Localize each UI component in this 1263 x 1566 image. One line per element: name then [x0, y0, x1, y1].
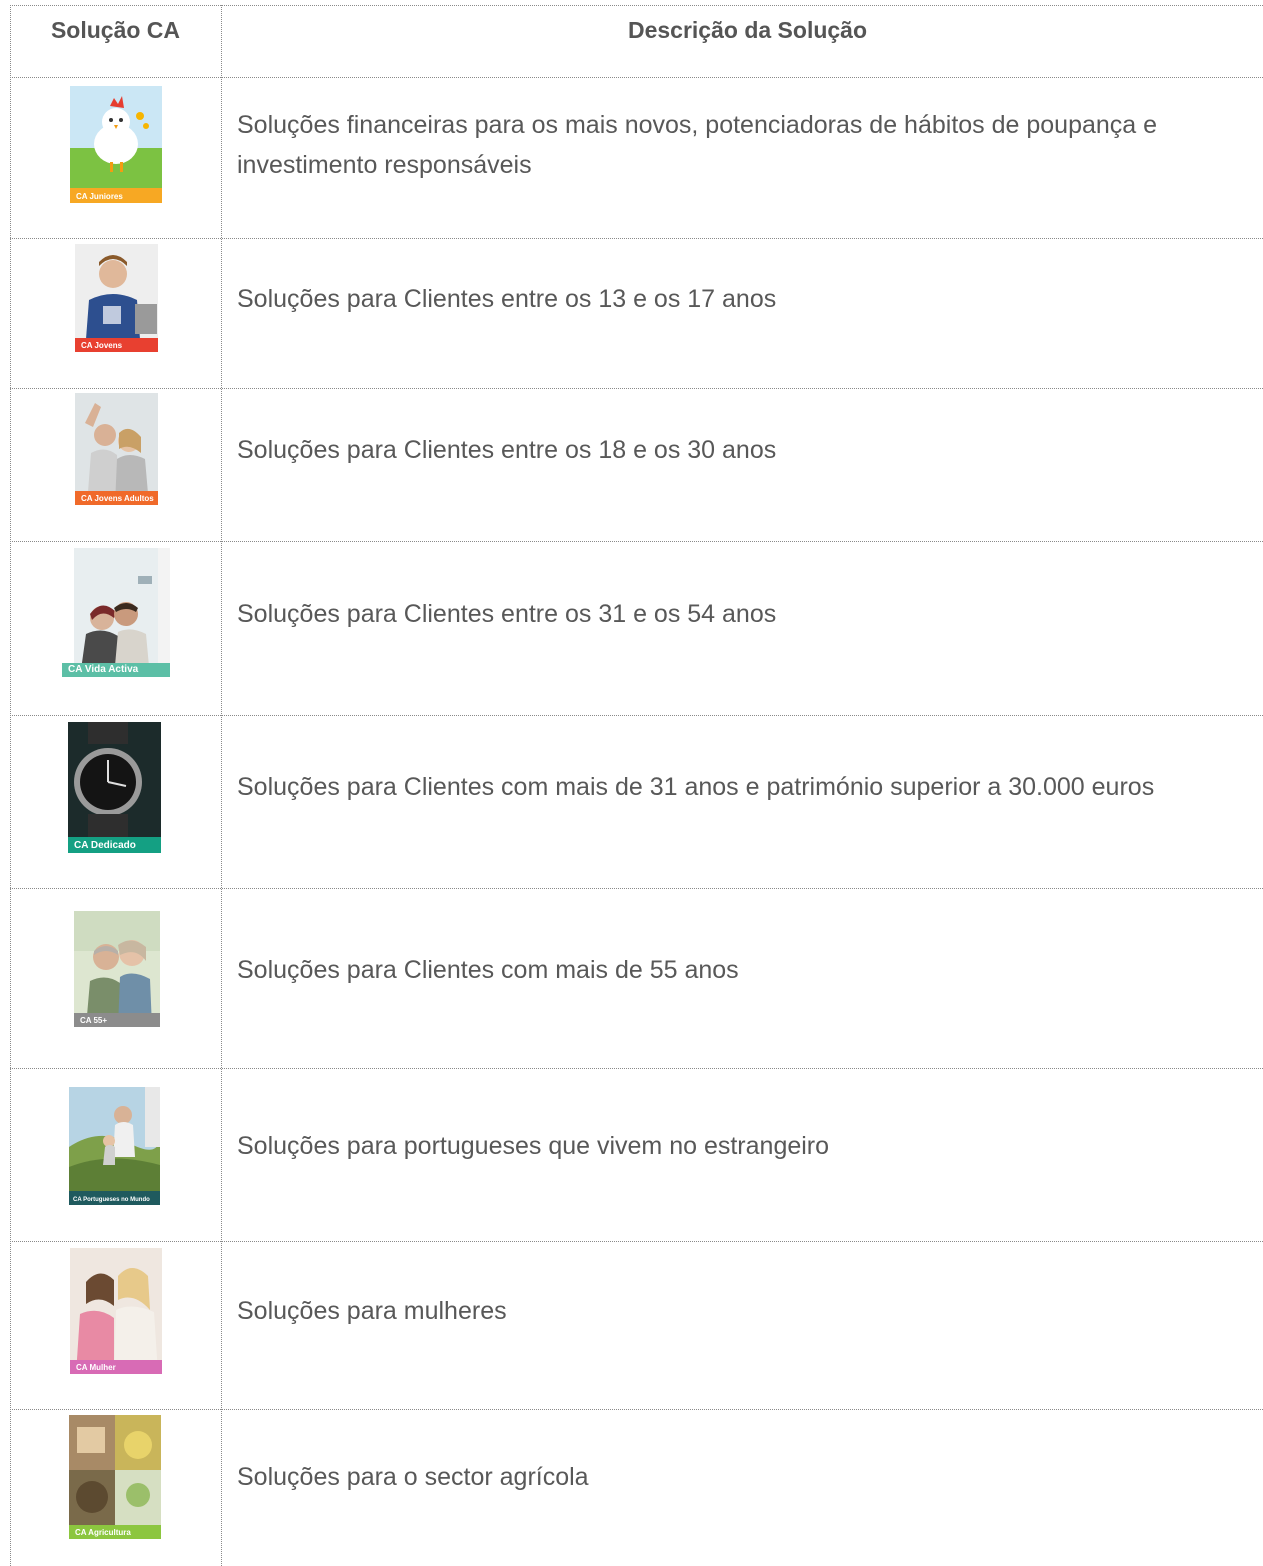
description-text: Soluções para Clientes entre os 13 e os …: [237, 285, 777, 313]
thumb-ca-dedicado: CA Dedicado: [68, 722, 161, 853]
thumb-label: CA Jovens Adultos: [81, 494, 154, 503]
row-divider: [10, 888, 1263, 889]
header-solution: Solução CA: [50, 17, 181, 43]
young-man-photo-icon: [75, 244, 158, 352]
thumb-ca-jovens: CA Jovens: [75, 244, 158, 352]
row-divider: [10, 1068, 1263, 1069]
row-divider: [10, 1241, 1263, 1242]
thumb-label: CA Agricultura: [75, 1528, 131, 1537]
row-divider: [10, 238, 1263, 239]
row-divider: [10, 715, 1263, 716]
couple-motorcycle-photo-icon: [62, 548, 170, 677]
thumb-label: CA Dedicado: [74, 840, 136, 851]
row-divider: [10, 77, 1263, 78]
thumb-ca-mulher: CA Mulher: [70, 1248, 162, 1374]
solutions-table: Solução CA Descrição da Solução CA Junio…: [0, 0, 1263, 1566]
description-text: Soluções para Clientes entre os 31 e os …: [237, 600, 777, 628]
table-border-left: [10, 5, 11, 1566]
thumb-label: CA Portugueses no Mundo: [73, 1197, 150, 1203]
thumb-ca-55: CA 55+: [74, 911, 160, 1027]
description-text: Soluções para o sector agrícola: [237, 1463, 589, 1491]
row-divider: [10, 541, 1263, 542]
thumb-ca-vida-activa: CA Vida Activa: [62, 548, 170, 677]
thumb-label: CA Vida Activa: [68, 664, 139, 675]
wristwatch-icon: [68, 722, 161, 853]
thumb-ca-jovens-adultos: CA Jovens Adultos: [75, 393, 158, 505]
thumb-label: CA 55+: [80, 1016, 108, 1025]
thumb-label: CA Jovens: [81, 341, 123, 350]
row-divider: [10, 1409, 1263, 1410]
row-divider: [10, 388, 1263, 389]
agriculture-collage-icon: [69, 1415, 161, 1525]
thumb-ca-juniores: CA Juniores: [70, 86, 162, 203]
description-text: Soluções para Clientes com mais de 31 an…: [237, 773, 1155, 801]
header-description: Descrição da Solução: [627, 17, 868, 43]
thumb-ca-portugueses-no-mundo: CA Portugueses no Mundo: [69, 1087, 160, 1205]
senior-couple-photo-icon: [74, 911, 160, 1027]
description-text: Soluções para Clientes com mais de 55 an…: [237, 956, 739, 984]
column-divider: [221, 5, 222, 1566]
thumb-ca-agricultura: CA Agricultura: [69, 1415, 161, 1539]
description-text: Soluções para portugueses que vivem no e…: [237, 1132, 830, 1160]
description-text: Soluções para Clientes entre os 18 e os …: [237, 436, 777, 464]
thumb-label: CA Juniores: [76, 192, 123, 201]
description-text: Soluções financeiras para os mais novos,…: [237, 111, 1158, 179]
description-text: Soluções para mulheres: [237, 1297, 507, 1325]
thumb-label: CA Mulher: [76, 1363, 116, 1372]
women-photo-icon: [70, 1248, 162, 1374]
chick-illustration-icon: [70, 86, 162, 203]
family-landscape-photo-icon: [69, 1087, 160, 1205]
young-couple-photo-icon: [75, 393, 158, 505]
